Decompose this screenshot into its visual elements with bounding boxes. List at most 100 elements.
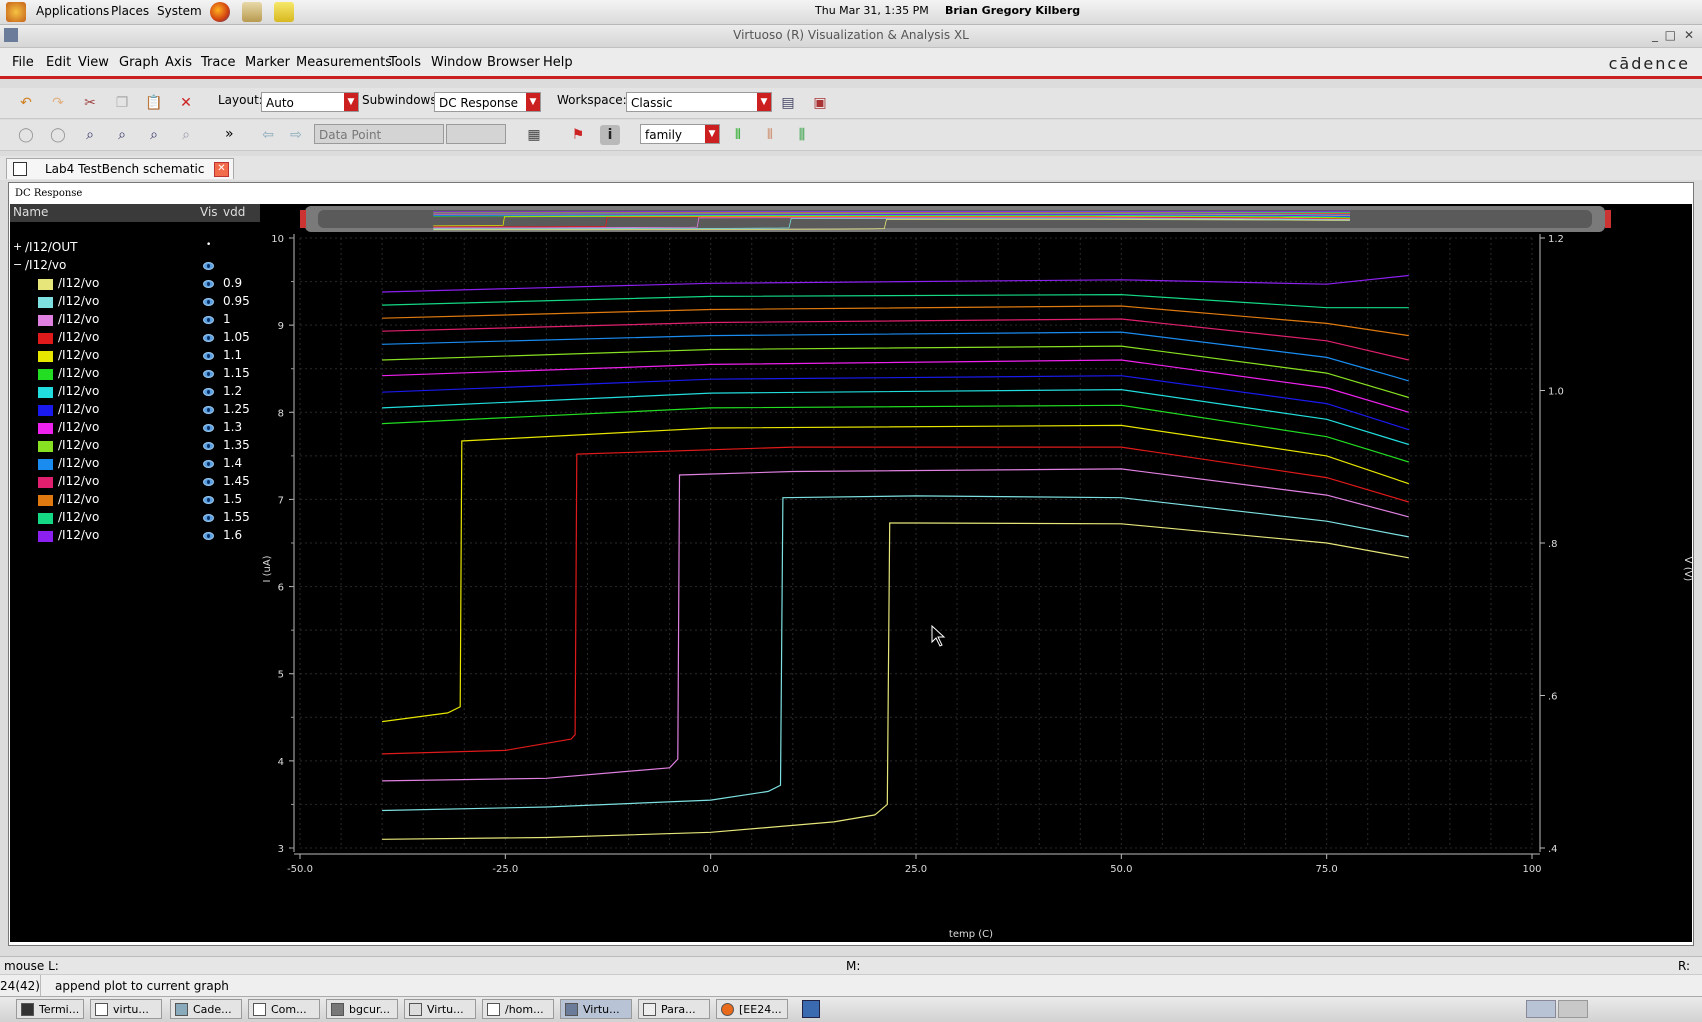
- save-workspace-icon[interactable]: ▤: [778, 93, 798, 113]
- task-parameters[interactable]: Para...: [638, 999, 710, 1019]
- task-cadence[interactable]: Cade...: [170, 999, 242, 1019]
- menu-marker[interactable]: Marker: [245, 55, 290, 70]
- legend-row[interactable]: /I12/vo1.35: [10, 438, 260, 455]
- show-desktop-icon[interactable]: [802, 1000, 820, 1018]
- legend-row[interactable]: /I12/vo1.05: [10, 330, 260, 347]
- family-select[interactable]: family ▼: [640, 124, 720, 144]
- zoom-in-icon[interactable]: ⌕: [112, 125, 132, 145]
- marker-type-select[interactable]: Data Point: [314, 124, 444, 144]
- eye-icon[interactable]: [203, 262, 214, 270]
- close-tab-icon[interactable]: ✕: [214, 162, 229, 177]
- user-name[interactable]: Brian Gregory Kilberg: [945, 4, 1080, 17]
- menu-applications[interactable]: Applications: [36, 4, 109, 18]
- collapse-icon[interactable]: −: [13, 258, 22, 271]
- zoom-box-icon[interactable]: ⌕: [176, 125, 196, 145]
- task-command[interactable]: Com...: [248, 999, 320, 1019]
- menu-graph[interactable]: Graph: [119, 55, 159, 70]
- trace-vdd-1.55[interactable]: [382, 295, 1409, 308]
- trace-vdd-0.9[interactable]: [382, 523, 1409, 839]
- trace-vdd-1.35[interactable]: [382, 346, 1409, 397]
- menu-tools[interactable]: Tools: [389, 55, 421, 70]
- menu-file[interactable]: File: [12, 55, 34, 70]
- menu-measurements[interactable]: Measurements: [296, 55, 392, 70]
- cut-icon[interactable]: ✂: [80, 93, 100, 113]
- maximize-button[interactable]: □: [1665, 28, 1676, 42]
- delete-icon[interactable]: ✕: [176, 93, 196, 113]
- trace-family-icon[interactable]: ⫴: [728, 125, 748, 145]
- copy-icon[interactable]: ❐: [112, 93, 132, 113]
- zoom-out-icon[interactable]: ⌕: [144, 125, 164, 145]
- firefox-icon[interactable]: [210, 2, 230, 22]
- legend-row[interactable]: /I12/vo0.95: [10, 294, 260, 311]
- trace-vdd-1.6[interactable]: [382, 276, 1409, 293]
- zoom-fit-icon[interactable]: ⌕: [80, 125, 100, 145]
- task-virtuoso-2[interactable]: Virtu...: [404, 999, 476, 1019]
- eye-icon[interactable]: [203, 532, 214, 540]
- trace-vdd-1.1[interactable]: [382, 425, 1409, 721]
- task-virtuoso-1[interactable]: virtu...: [90, 999, 162, 1019]
- eye-icon[interactable]: [203, 478, 214, 486]
- calculator-icon[interactable]: ▦: [524, 125, 544, 145]
- legend-row[interactable]: /I12/vo1.45: [10, 474, 260, 491]
- trace-stack-icon[interactable]: ⫼: [792, 125, 812, 145]
- clock[interactable]: Thu Mar 31, 1:35 PM: [815, 4, 929, 17]
- legend-row[interactable]: /I12/vo1.6: [10, 528, 260, 545]
- legend-row[interactable]: /I12/vo0.9: [10, 276, 260, 293]
- delete-workspace-icon[interactable]: ▣: [810, 93, 830, 113]
- task-terminal[interactable]: Termi...: [16, 999, 84, 1019]
- legend-row[interactable]: /I12/vo1.15: [10, 366, 260, 383]
- task-virtuoso-active[interactable]: Virtu...: [560, 999, 632, 1019]
- eye-icon[interactable]: [203, 406, 214, 414]
- dc-response-graph[interactable]: -50.0-25.00.025.050.075.0100345678910.4.…: [260, 204, 1692, 942]
- menu-places[interactable]: Places: [111, 4, 149, 18]
- eye-icon[interactable]: [203, 496, 214, 504]
- minimize-button[interactable]: _: [1652, 28, 1658, 42]
- paste-icon[interactable]: 📋: [144, 93, 164, 113]
- workspace-switcher-1[interactable]: [1526, 1000, 1556, 1018]
- trace-vdd-1.15[interactable]: [382, 405, 1409, 462]
- undo-icon[interactable]: ↶: [16, 93, 36, 113]
- legend-row[interactable]: /I12/vo1.25: [10, 402, 260, 419]
- legend-group-out[interactable]: + /I12/OUT •: [10, 240, 260, 257]
- zoom-in-circle-icon[interactable]: ◯: [16, 125, 36, 145]
- eye-icon[interactable]: [203, 442, 214, 450]
- menu-view[interactable]: View: [78, 55, 109, 70]
- eye-icon[interactable]: [203, 370, 214, 378]
- menu-system[interactable]: System: [157, 4, 202, 18]
- legend-row[interactable]: /I12/vo1.55: [10, 510, 260, 527]
- arrow-left-icon[interactable]: ⇦: [258, 125, 278, 145]
- trace-vdd-1.25[interactable]: [382, 376, 1409, 430]
- menu-trace[interactable]: Trace: [201, 55, 236, 70]
- trace-vdd-1[interactable]: [382, 469, 1409, 781]
- arrow-right-icon[interactable]: ⇨: [286, 125, 306, 145]
- plot-area[interactable]: -50.0-25.00.025.050.075.0100345678910.4.…: [260, 204, 1692, 942]
- eye-icon[interactable]: [203, 298, 214, 306]
- overview-left-handle[interactable]: [300, 210, 306, 228]
- overview-right-handle[interactable]: [1605, 210, 1611, 228]
- menu-axis[interactable]: Axis: [165, 55, 192, 70]
- eye-icon[interactable]: [203, 280, 214, 288]
- trace-vdd-1.4[interactable]: [382, 332, 1409, 381]
- trace-vdd-1.2[interactable]: [382, 390, 1409, 445]
- legend-row[interactable]: /I12/vo1: [10, 312, 260, 329]
- eye-icon[interactable]: [203, 352, 214, 360]
- subwindows-select[interactable]: DC Response ▼: [434, 92, 541, 112]
- trace-split-icon[interactable]: ⫴: [760, 125, 780, 145]
- hidden-dot-icon[interactable]: •: [206, 240, 211, 250]
- legend-row[interactable]: /I12/vo1.1: [10, 348, 260, 365]
- marker-flag-icon[interactable]: ⚑: [568, 125, 588, 145]
- eye-icon[interactable]: [203, 514, 214, 522]
- legend-row[interactable]: /I12/vo1.4: [10, 456, 260, 473]
- mail-icon[interactable]: [242, 2, 262, 22]
- close-window-button[interactable]: ✕: [1684, 28, 1694, 42]
- menu-help[interactable]: Help: [543, 55, 573, 70]
- trace-vdd-1.05[interactable]: [382, 447, 1409, 754]
- legend-group-vo[interactable]: − /I12/vo: [10, 258, 260, 275]
- task-firefox[interactable]: [EE24...: [716, 999, 788, 1019]
- eye-icon[interactable]: [203, 460, 214, 468]
- workspace-switcher-2[interactable]: [1558, 1000, 1588, 1018]
- expand-icon[interactable]: +: [13, 240, 22, 253]
- eye-icon[interactable]: [203, 424, 214, 432]
- menu-edit[interactable]: Edit: [46, 55, 71, 70]
- eye-icon[interactable]: [203, 334, 214, 342]
